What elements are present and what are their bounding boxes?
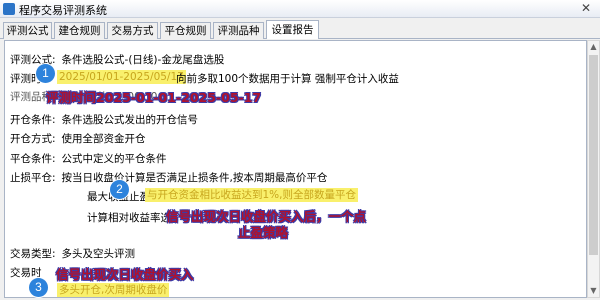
- formula-value: 条件选股公式-(日线)-金龙尾盘选股: [61, 54, 225, 66]
- open-method-label: 开仓方式:: [10, 133, 56, 145]
- stop-label: 止损平仓:: [10, 172, 56, 184]
- row-close-condition: 平仓条件: 公式中定义的平仓条件: [10, 151, 167, 166]
- period-tail: 向前多取100个数据用于计算 强制平仓计入收益: [176, 71, 399, 86]
- note-period: 评测时间2025-01-01-2025-05-17: [46, 90, 262, 105]
- period-highlight: 2025/01/01-2025/05/17: [57, 70, 186, 84]
- tab-build-rules[interactable]: 建仓规则: [54, 22, 105, 39]
- report-panel: 评测公式: 条件选股公式-(日线)-金龙尾盘选股 评测时 2025/01/01-2…: [4, 40, 587, 298]
- stop-line3-text: 计算相对收益率选: [87, 212, 171, 224]
- period-tail-text: 向前多取100个数据用于计算 强制平仓计入收益: [176, 73, 399, 85]
- callout-1: 1: [36, 64, 55, 83]
- note-stop-line2: 止盈策略: [238, 225, 289, 240]
- trade-type-label: 交易类型:: [10, 248, 56, 260]
- tab-trade-method[interactable]: 交易方式: [107, 22, 158, 39]
- open-cond-value: 条件选股公式发出的开仓信号: [61, 114, 199, 126]
- trade-type-value: 多头及空头评测: [61, 248, 136, 260]
- tab-bar: 评测公式 建仓规则 交易方式 平仓规则 评测品种 设置报告: [0, 19, 600, 39]
- stop-highlight-text: 与开仓资金相比收益达到1%,则全部数量平仓: [147, 189, 356, 201]
- callout-3: 3: [29, 278, 48, 297]
- tab-variety[interactable]: 评测品种: [213, 22, 264, 39]
- tab-formula[interactable]: 评测公式: [3, 22, 52, 39]
- period-date-range: 2025/01/01-2025/05/17: [59, 71, 184, 83]
- open-cond-label: 开仓条件:: [10, 114, 56, 126]
- vertical-scrollbar[interactable]: ▲ ▼: [587, 40, 600, 298]
- bottom-highlight-text: 多头开仓,次周期收盘价: [59, 284, 168, 296]
- title-bar: 程序交易评测系统 ✕: [0, 0, 600, 18]
- bottom-highlight: 多头开仓,次周期收盘价: [57, 283, 170, 297]
- tab-report-settings[interactable]: 设置报告: [266, 20, 319, 39]
- callout-2: 2: [110, 180, 129, 199]
- stop-line1: 按当日收盘价计算是否满足止损条件,按本周期最高价平仓: [61, 172, 328, 184]
- row-open-method: 开仓方式: 使用全部资金开仓: [10, 131, 146, 146]
- app-icon: [3, 3, 15, 15]
- scroll-up-icon[interactable]: ▲: [588, 41, 599, 53]
- close-button[interactable]: ✕: [579, 1, 593, 15]
- row-trade-type: 交易类型: 多头及空头评测: [10, 246, 135, 261]
- open-method-value: 使用全部资金开仓: [61, 133, 146, 145]
- stop-line3: 计算相对收益率选: [87, 210, 171, 225]
- row-open-condition: 开仓条件: 条件选股公式发出的开仓信号: [10, 112, 198, 127]
- row-stop-loss: 止损平仓: 按当日收盘价计算是否满足止损条件,按本周期最高价平仓: [10, 170, 327, 185]
- scroll-thumb[interactable]: [589, 55, 598, 255]
- scroll-down-icon[interactable]: ▼: [588, 285, 599, 297]
- close-cond-label: 平仓条件:: [10, 153, 56, 165]
- close-cond-value: 公式中定义的平仓条件: [61, 153, 167, 165]
- window-title: 程序交易评测系统: [19, 4, 107, 17]
- tab-close-rules[interactable]: 平仓规则: [160, 22, 211, 39]
- note-trade-time: 信号出现次日收盘价买入: [56, 267, 194, 282]
- stop-highlight: 与开仓资金相比收益达到1%,则全部数量平仓: [145, 188, 358, 202]
